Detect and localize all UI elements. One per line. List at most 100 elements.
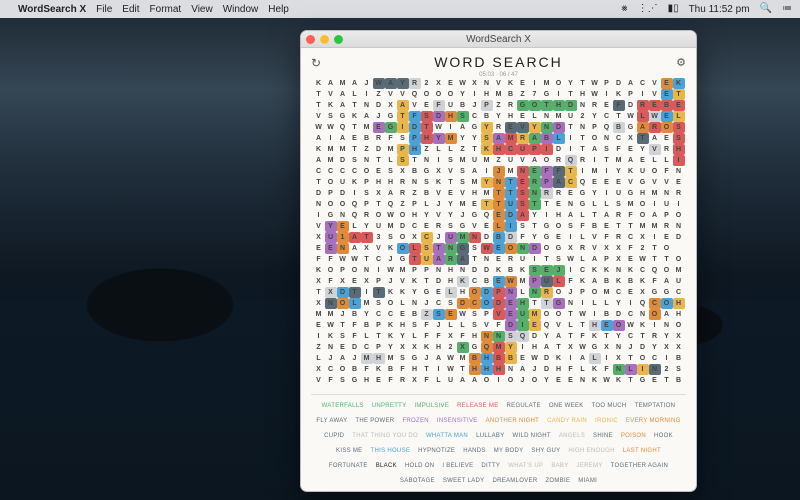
grid-cell[interactable]: F xyxy=(433,331,445,342)
grid-cell[interactable]: W xyxy=(625,320,637,331)
grid-cell[interactable]: U xyxy=(373,221,385,232)
grid-cell[interactable]: 1 xyxy=(337,232,349,243)
grid-cell[interactable]: E xyxy=(493,243,505,254)
grid-cell[interactable]: P xyxy=(601,254,613,265)
grid-cell[interactable]: O xyxy=(541,155,553,166)
word-list-item[interactable]: WILD NIGHT xyxy=(513,431,551,442)
grid-cell[interactable]: B xyxy=(541,133,553,144)
grid-cell[interactable]: F xyxy=(349,331,361,342)
grid-cell[interactable]: M xyxy=(649,188,661,199)
grid-cell[interactable]: D xyxy=(349,342,361,353)
grid-cell[interactable]: T xyxy=(445,177,457,188)
word-list-item[interactable]: TEMPTATION xyxy=(635,401,676,412)
grid-cell[interactable]: A xyxy=(637,122,649,133)
grid-cell[interactable]: T xyxy=(577,144,589,155)
word-list-item[interactable]: MIAMI xyxy=(578,476,597,487)
grid-cell[interactable]: T xyxy=(637,331,649,342)
grid-cell[interactable]: F xyxy=(625,243,637,254)
grid-cell[interactable]: E xyxy=(529,320,541,331)
grid-cell[interactable]: T xyxy=(565,309,577,320)
grid-cell[interactable]: S xyxy=(469,243,481,254)
grid-cell[interactable]: S xyxy=(385,166,397,177)
grid-cell[interactable]: F xyxy=(325,254,337,265)
grid-cell[interactable]: V xyxy=(409,100,421,111)
grid-cell[interactable]: L xyxy=(625,364,637,375)
grid-cell[interactable]: U xyxy=(505,199,517,210)
grid-cell[interactable]: I xyxy=(601,353,613,364)
grid-cell[interactable]: Q xyxy=(337,122,349,133)
grid-cell[interactable]: I xyxy=(673,199,685,210)
grid-cell[interactable]: T xyxy=(565,122,577,133)
grid-cell[interactable]: I xyxy=(577,166,589,177)
grid-cell[interactable]: J xyxy=(385,254,397,265)
grid-cell[interactable]: V xyxy=(649,89,661,100)
grid-cell[interactable]: V xyxy=(325,89,337,100)
grid-cell[interactable]: W xyxy=(337,254,349,265)
grid-cell[interactable]: U xyxy=(541,276,553,287)
grid-cell[interactable]: O xyxy=(553,287,565,298)
grid-cell[interactable]: B xyxy=(421,188,433,199)
grid-cell[interactable]: P xyxy=(373,342,385,353)
word-list-item[interactable]: FROZEN xyxy=(402,416,428,427)
word-list-item[interactable]: WHATTA MAN xyxy=(426,431,468,442)
grid-cell[interactable]: R xyxy=(541,287,553,298)
grid-cell[interactable]: C xyxy=(649,298,661,309)
grid-cell[interactable]: C xyxy=(625,309,637,320)
grid-cell[interactable]: T xyxy=(613,221,625,232)
grid-cell[interactable]: N xyxy=(433,265,445,276)
grid-cell[interactable]: O xyxy=(541,309,553,320)
grid-cell[interactable]: Q xyxy=(637,298,649,309)
grid-cell[interactable]: 2 xyxy=(637,243,649,254)
grid-cell[interactable]: F xyxy=(421,375,433,386)
grid-cell[interactable]: D xyxy=(469,265,481,276)
grid-cell[interactable]: F xyxy=(601,364,613,375)
grid-cell[interactable]: K xyxy=(421,342,433,353)
battery-icon[interactable]: ▮▯ xyxy=(668,4,679,14)
grid-cell[interactable]: S xyxy=(457,166,469,177)
grid-cell[interactable]: J xyxy=(421,298,433,309)
grid-cell[interactable]: O xyxy=(637,210,649,221)
grid-cell[interactable]: R xyxy=(553,155,565,166)
grid-cell[interactable]: V xyxy=(517,155,529,166)
grid-cell[interactable]: K xyxy=(325,331,337,342)
grid-cell[interactable]: F xyxy=(517,232,529,243)
grid-cell[interactable]: Y xyxy=(469,133,481,144)
grid-cell[interactable]: R xyxy=(649,122,661,133)
grid-cell[interactable]: I xyxy=(397,122,409,133)
grid-cell[interactable]: C xyxy=(565,177,577,188)
grid-cell[interactable]: Y xyxy=(385,342,397,353)
grid-cell[interactable]: O xyxy=(529,100,541,111)
grid-cell[interactable]: E xyxy=(517,353,529,364)
grid-cell[interactable]: C xyxy=(385,309,397,320)
grid-cell[interactable]: Y xyxy=(481,122,493,133)
grid-cell[interactable]: T xyxy=(625,375,637,386)
grid-cell[interactable]: B xyxy=(505,353,517,364)
word-list-item[interactable]: FORTUNATE xyxy=(329,461,368,472)
grid-cell[interactable]: I xyxy=(493,375,505,386)
grid-cell[interactable]: X xyxy=(373,188,385,199)
grid-cell[interactable]: P xyxy=(601,78,613,89)
grid-cell[interactable]: I xyxy=(565,265,577,276)
grid-cell[interactable]: A xyxy=(541,342,553,353)
grid-cell[interactable]: R xyxy=(397,375,409,386)
grid-cell[interactable]: T xyxy=(493,188,505,199)
grid-cell[interactable]: S xyxy=(565,221,577,232)
grid-cell[interactable]: Q xyxy=(481,210,493,221)
window-close-button[interactable] xyxy=(306,35,315,44)
grid-cell[interactable]: G xyxy=(469,210,481,221)
grid-cell[interactable]: C xyxy=(505,144,517,155)
grid-cell[interactable]: R xyxy=(553,188,565,199)
grid-cell[interactable]: A xyxy=(337,353,349,364)
grid-cell[interactable]: D xyxy=(433,111,445,122)
grid-cell[interactable]: Y xyxy=(589,188,601,199)
grid-cell[interactable]: E xyxy=(601,221,613,232)
grid-cell[interactable]: U xyxy=(445,100,457,111)
grid-cell[interactable]: T xyxy=(505,188,517,199)
grid-cell[interactable]: D xyxy=(613,78,625,89)
grid-cell[interactable]: O xyxy=(541,243,553,254)
grid-cell[interactable]: I xyxy=(313,210,325,221)
grid-cell[interactable]: S xyxy=(349,155,361,166)
grid-cell[interactable]: D xyxy=(373,144,385,155)
grid-cell[interactable]: H xyxy=(553,210,565,221)
grid-cell[interactable]: H xyxy=(373,353,385,364)
